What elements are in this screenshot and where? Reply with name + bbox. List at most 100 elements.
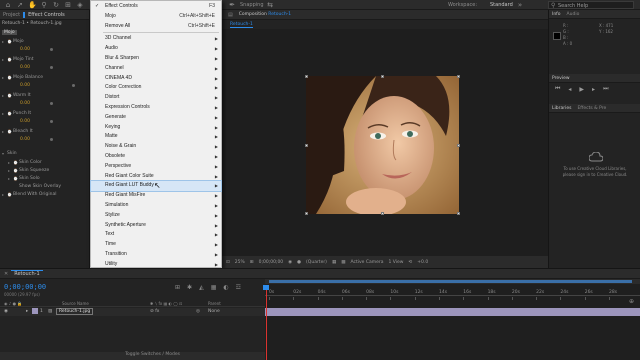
timeline-track-area[interactable]: 0s 02s 04s 06s 08s 10s 12s 14s 16s 18s 20s 22s 24s 26…	[263, 279, 640, 360]
effect-header-mojo[interactable]: Mojo	[0, 28, 89, 36]
value-text[interactable]: 0.00	[20, 137, 30, 142]
effect-row-mojo[interactable]: ▸ ⌚ Mojo	[0, 36, 89, 46]
transform-handle[interactable]	[457, 75, 460, 78]
tab-info[interactable]: Info	[549, 12, 564, 17]
layer-label-color[interactable]	[32, 308, 38, 314]
transform-handle[interactable]	[381, 212, 384, 215]
layer-name[interactable]: Retouch-1.jpg	[56, 308, 94, 315]
home-icon[interactable]: ⌂	[4, 1, 12, 9]
menu-item[interactable]: Simulation ▶	[91, 201, 221, 211]
composition-viewer[interactable]	[222, 29, 548, 262]
effect-row-skin-squeeze[interactable]: ▸ ⌚ Skin Squeeze	[0, 166, 89, 174]
reset-exposure-icon[interactable]: ⟲	[408, 260, 412, 265]
effect-row-punch-it[interactable]: ▸ ⌚ Punch It	[0, 108, 89, 118]
next-frame-icon[interactable]: ▸	[592, 86, 595, 93]
snapshot-icon[interactable]: ◉	[288, 260, 292, 265]
slider-handle[interactable]	[50, 66, 53, 69]
motion-blur-icon[interactable]: ◐	[223, 284, 228, 291]
menu-item[interactable]: Red Giant MisFire ▶	[91, 191, 221, 201]
menu-item[interactable]: Transition ▶	[91, 250, 221, 260]
prev-frame-icon[interactable]: ◂	[568, 86, 571, 93]
workspace-value[interactable]: Standard	[490, 2, 513, 8]
effect-value[interactable]: 0.00	[0, 100, 89, 108]
source-name-header[interactable]: Source Name	[62, 301, 89, 306]
timeline-layer-row[interactable]: ◉ ▸ 1 ▨ Retouch-1.jpg ⊘ fx ◎ None	[0, 308, 265, 316]
slider-handle[interactable]	[50, 120, 53, 123]
slider-handle[interactable]	[50, 48, 53, 51]
play-icon[interactable]: ▶	[579, 86, 584, 93]
menu-item[interactable]: Obsolete ▶	[91, 152, 221, 162]
work-area-bar[interactable]	[269, 280, 632, 283]
camera-dropdown[interactable]: Active Camera	[350, 260, 383, 265]
effect-row-skin-solo[interactable]: ▸ ⌚ Skin Solo	[0, 174, 89, 182]
hand-tool-icon[interactable]: ✋	[28, 1, 37, 9]
menu-item[interactable]: Mojo Ctrl+Alt+Shift+E	[91, 12, 221, 22]
effect-row-mojo-tint[interactable]: ▸ ⌚ Mojo Tint	[0, 54, 89, 64]
always-preview-icon[interactable]: ⊡	[226, 260, 230, 265]
effect-row-skin-color[interactable]: ▸ ⌚ Skin Color	[0, 158, 89, 166]
menu-item[interactable]: Expression Controls ▶	[91, 103, 221, 113]
effect-row-bleach-it[interactable]: ▸ ⌚ Bleach It	[0, 126, 89, 136]
effect-row-warm-it[interactable]: ▸ ⌚ Warm It	[0, 90, 89, 100]
resolution-dropdown[interactable]: (Quarter)	[306, 260, 327, 265]
menu-item[interactable]: Time ▶	[91, 240, 221, 250]
safe-zones-icon[interactable]: ⊞	[250, 260, 254, 265]
timeline-timecode[interactable]: 0;00;00;00	[4, 283, 46, 291]
comp-mini-flowchart-icon[interactable]: ⊞	[175, 284, 180, 291]
exposure-value[interactable]: +0.0	[417, 260, 428, 265]
value-text[interactable]: 0.00	[20, 65, 30, 70]
menu-item[interactable]: Blur & Sharpen ▶	[91, 54, 221, 64]
menu-item[interactable]: Text ▶	[91, 230, 221, 240]
comp-marker-bin-icon[interactable]: ⊕	[629, 298, 634, 305]
effect-value[interactable]: 0.00	[0, 64, 89, 72]
menu-item[interactable]: Color Correction ▶	[91, 83, 221, 93]
effect-row-mojo-balance[interactable]: ▸ ⌚ Mojo Balance	[0, 72, 89, 82]
slider-handle[interactable]	[72, 84, 75, 87]
selection-tool-icon[interactable]: ➚	[16, 1, 24, 9]
slider-handle[interactable]	[50, 138, 53, 141]
camera-tool-icon[interactable]: ⊞	[64, 1, 72, 9]
toggle-switches-modes[interactable]: Toggle Switches / Modes	[125, 352, 180, 357]
snapping-label[interactable]: Snapping	[240, 2, 264, 8]
value-text[interactable]: 0.00	[20, 83, 30, 88]
tab-effects-presets[interactable]: Effects & Pre	[574, 106, 609, 111]
tab-timeline-retouch[interactable]: Retouch-1	[11, 270, 43, 277]
transform-handle[interactable]	[305, 144, 308, 147]
effect-value[interactable]: 0.00	[0, 82, 89, 90]
layer-switch-fx-icon[interactable]: ⊘ fx	[150, 309, 159, 314]
expand-layer-icon[interactable]: ▸	[26, 309, 28, 314]
menu-item[interactable]: Stylize ▶	[91, 211, 221, 221]
menu-item[interactable]: Synthetic Aperture ▶	[91, 221, 221, 231]
time-indicator-head[interactable]	[263, 285, 269, 290]
zoom-dropdown[interactable]: 25%	[235, 260, 245, 265]
transform-handle[interactable]	[381, 75, 384, 78]
transform-handle[interactable]	[305, 212, 308, 215]
graph-editor-icon[interactable]: ☲	[236, 284, 241, 291]
menu-item[interactable]: Perspective ▶	[91, 162, 221, 172]
timecode-display[interactable]: 0;00;00;00	[259, 260, 284, 265]
parent-header[interactable]: Parent	[208, 301, 221, 306]
tab-project[interactable]: Project	[0, 12, 23, 18]
menu-item[interactable]: Generate ▶	[91, 113, 221, 123]
show-channel-icon[interactable]: ●	[297, 260, 301, 265]
tab-libraries[interactable]: Libraries	[549, 106, 574, 111]
effect-group-skin[interactable]: ▾ Skin	[0, 148, 89, 158]
menu-item[interactable]: Red Giant Color Suite ▶	[91, 172, 221, 182]
value-text[interactable]: 0.00	[20, 119, 30, 124]
close-tab-icon[interactable]: ✕	[0, 271, 11, 277]
effect-value[interactable]: 0.00	[0, 136, 89, 144]
zoom-tool-icon[interactable]: ⚲	[40, 1, 48, 9]
menu-item[interactable]: Keying ▶	[91, 123, 221, 133]
workspace-menu-icon[interactable]: »	[516, 1, 524, 9]
menu-item[interactable]: CINEMA 4D ▶	[91, 74, 221, 84]
parent-dropdown[interactable]: None	[208, 309, 220, 314]
layer-duration-bar[interactable]	[265, 308, 640, 316]
tab-audio[interactable]: Audio	[564, 12, 583, 17]
current-time-indicator[interactable]	[266, 285, 267, 360]
portrait-image[interactable]	[306, 76, 459, 214]
value-text[interactable]: 0.00	[20, 101, 30, 106]
transform-handle[interactable]	[457, 212, 460, 215]
slider-handle[interactable]	[50, 102, 53, 105]
value-text[interactable]: 0.00	[20, 47, 30, 52]
region-of-interest-icon[interactable]: ▦	[332, 260, 336, 265]
